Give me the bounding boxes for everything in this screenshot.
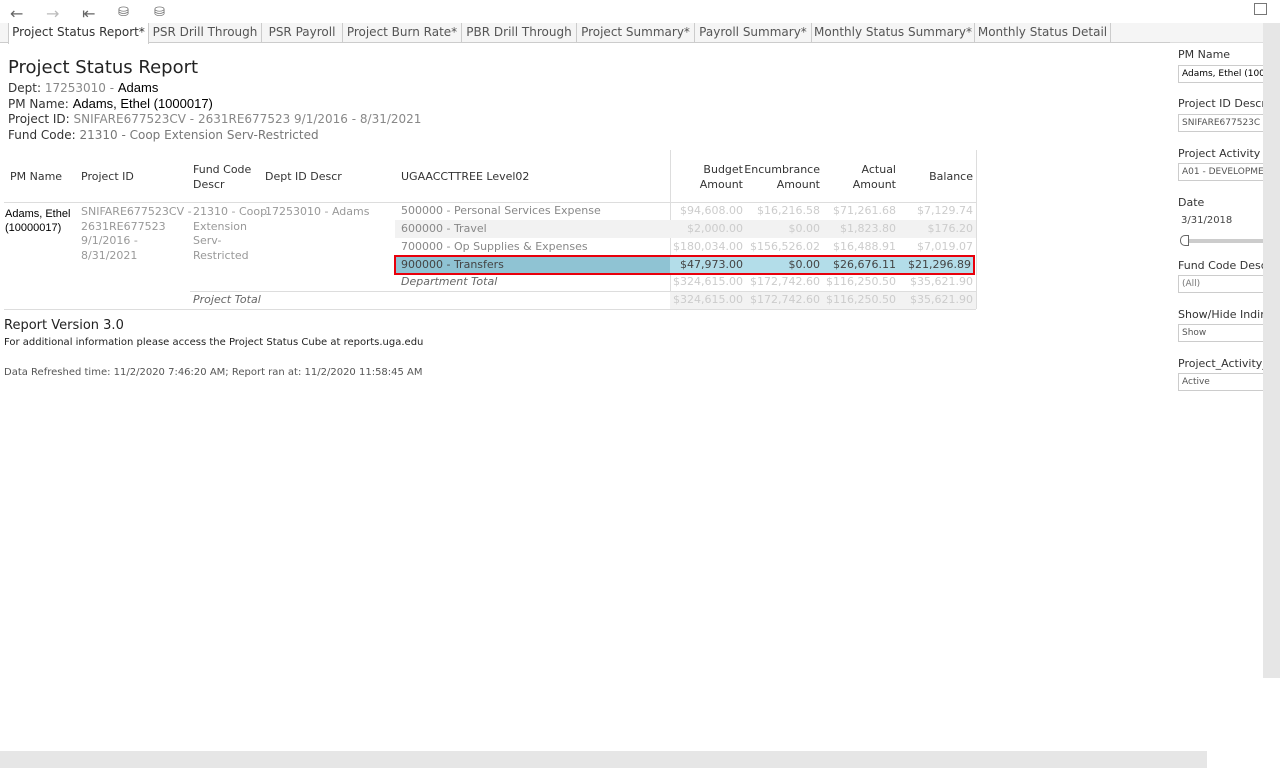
header-pm-name: PM Name bbox=[10, 170, 63, 183]
date-slider-handle[interactable] bbox=[1180, 235, 1189, 246]
cell-text: 9/1/2016 - bbox=[81, 234, 138, 247]
tab-project-status-report[interactable]: Project Status Report* bbox=[8, 23, 149, 44]
pause-updates-icon[interactable]: ⛁ bbox=[154, 5, 165, 20]
cell-text: 8/31/2021 bbox=[81, 248, 138, 262]
date-value: 3/31/2018 bbox=[1181, 215, 1233, 226]
header-project-id: Project ID bbox=[81, 170, 134, 183]
project-activity-status-filter[interactable]: Active bbox=[1178, 373, 1268, 391]
header-text: Descr bbox=[193, 178, 225, 191]
fund-code-filter[interactable]: (All) bbox=[1178, 275, 1268, 293]
pm-name-filter[interactable]: Adams, Ethel (100 bbox=[1178, 65, 1268, 83]
cell-text: (10000017) bbox=[5, 222, 62, 234]
header-dept: Dept ID Descr bbox=[265, 170, 342, 183]
total-label: Department Total bbox=[401, 275, 498, 288]
table-row[interactable]: 700000 - Op Supplies & Expenses $180,034… bbox=[395, 238, 976, 256]
header-fund-code: Fund Code Descr bbox=[193, 162, 251, 192]
tab-psr-payroll[interactable]: PSR Payroll bbox=[262, 23, 343, 43]
dept-line: Dept: 17253010 - Adams bbox=[8, 80, 158, 95]
project-cell: SNIFARE677523CV -2631RE677523 9/1/2016 -8… bbox=[81, 205, 192, 263]
cell-text: Extension bbox=[193, 219, 248, 233]
total-label: Project Total bbox=[193, 293, 261, 306]
cell-text: Restricted bbox=[193, 248, 249, 262]
project-activity-filter[interactable]: A01 - DEVELOPME bbox=[1178, 163, 1268, 181]
pm-line: PM Name: Adams, Ethel (1000017) bbox=[8, 96, 213, 111]
report-version: Report Version 3.0 bbox=[4, 318, 124, 333]
header-level02: UGAACCTTREE Level02 bbox=[401, 170, 530, 183]
filter-label: Project Activity I bbox=[1178, 147, 1268, 160]
balance-value: $35,621.90 bbox=[910, 293, 973, 306]
filter-label: PM Name bbox=[1178, 48, 1231, 61]
header-encumbrance: Encumbrance Amount bbox=[720, 162, 820, 192]
dept-code: 17253010 - bbox=[44, 81, 115, 95]
info-text: For additional information please access… bbox=[4, 337, 424, 348]
fund-line: Fund Code: 21310 - Coop Extension Serv-R… bbox=[8, 128, 319, 142]
filter-label: Show/Hide Indire bbox=[1178, 308, 1272, 321]
filter-label: Date bbox=[1178, 196, 1205, 209]
cell-text: 2631RE677523 bbox=[81, 219, 166, 233]
project-label: Project ID: bbox=[8, 112, 70, 126]
vertical-scrollbar[interactable] bbox=[1263, 23, 1280, 678]
horizontal-scrollbar[interactable] bbox=[0, 751, 1207, 768]
show-hide-indirect-filter[interactable]: Show bbox=[1178, 324, 1268, 342]
table-row[interactable]: 500000 - Personal Services Expense $94,6… bbox=[395, 202, 976, 220]
fund-value: 21310 - Coop Extension Serv-Restricted bbox=[79, 128, 319, 142]
fullscreen-icon[interactable] bbox=[1254, 3, 1267, 15]
divider bbox=[976, 150, 977, 309]
header-text: Encumbrance bbox=[744, 163, 820, 176]
page-title: Project Status Report bbox=[8, 57, 199, 78]
tab-payroll-summary[interactable]: Payroll Summary* bbox=[695, 23, 812, 43]
refresh-text: Data Refreshed time: 11/2/2020 7:46:20 A… bbox=[4, 367, 423, 378]
table-row[interactable]: 600000 - Travel $2,000.00 $0.00 $1,823.8… bbox=[395, 220, 976, 238]
sheet-tabs: Project Status Report* PSR Drill Through… bbox=[0, 23, 1263, 44]
account-label: 500000 - Personal Services Expense bbox=[401, 204, 601, 217]
project-value: SNIFARE677523CV - 2631RE677523 9/1/2016 … bbox=[73, 112, 422, 126]
first-page-icon[interactable]: ⇤ bbox=[82, 4, 95, 23]
pm-value: Adams, Ethel (1000017) bbox=[72, 96, 213, 111]
project-id-filter[interactable]: SNIFARE677523C bbox=[1178, 114, 1268, 132]
pm-label: PM Name: bbox=[8, 97, 69, 111]
tab-psr-drill-through[interactable]: PSR Drill Through bbox=[149, 23, 262, 43]
account-label: 900000 - Transfers bbox=[401, 258, 504, 271]
filter-label: Project_Activity_ bbox=[1178, 357, 1268, 370]
balance-value: $176.20 bbox=[927, 222, 974, 235]
tab-pbr-drill-through[interactable]: PBR Drill Through bbox=[462, 23, 577, 43]
project-line: Project ID: SNIFARE677523CV - 2631RE6775… bbox=[8, 112, 421, 126]
cell-text: 21310 - Coop bbox=[193, 205, 268, 218]
table-row-project-total[interactable]: Project Total $324,615.00 $172,742.60 $1… bbox=[193, 291, 976, 309]
forward-icon[interactable]: → bbox=[46, 4, 59, 23]
dept-cell: 17253010 - Adams bbox=[265, 205, 370, 218]
date-slider-track[interactable] bbox=[1184, 239, 1269, 243]
dept-label: Dept: bbox=[8, 81, 41, 95]
fund-label: Fund Code: bbox=[8, 128, 76, 142]
pm-cell: Adams, Ethel (10000017) bbox=[5, 207, 70, 235]
fund-cell: 21310 - Coop Extension Serv- Restricted bbox=[193, 205, 267, 263]
table-row-selected[interactable]: 900000 - Transfers $47,973.00 $0.00 $26,… bbox=[394, 255, 975, 275]
back-icon[interactable]: ← bbox=[10, 4, 23, 23]
cell-text: Serv- bbox=[193, 234, 222, 247]
tab-project-summary[interactable]: Project Summary* bbox=[577, 23, 695, 43]
filter-label: Project ID Descr bbox=[1178, 97, 1266, 110]
dept-name: Adams bbox=[117, 80, 159, 95]
table-row-dept-total[interactable]: Department Total $324,615.00 $172,742.60… bbox=[395, 273, 976, 291]
account-label: 600000 - Travel bbox=[401, 222, 487, 235]
header-text: Fund Code bbox=[193, 163, 252, 176]
balance-value: $21,296.89 bbox=[908, 258, 971, 271]
header-text: Amount bbox=[776, 178, 820, 191]
tab-monthly-status-detail[interactable]: Monthly Status Detail bbox=[975, 23, 1111, 43]
balance-value: $35,621.90 bbox=[910, 275, 973, 288]
divider bbox=[4, 309, 976, 310]
refresh-data-icon[interactable]: ⛁ bbox=[118, 5, 129, 20]
filter-label: Fund Code Descr bbox=[1178, 259, 1272, 272]
balance-value: $7,129.74 bbox=[917, 204, 973, 217]
cell-text: SNIFARE677523CV - bbox=[81, 205, 192, 218]
cell-text: Adams, Ethel bbox=[5, 208, 71, 220]
account-label: 700000 - Op Supplies & Expenses bbox=[401, 240, 588, 253]
tab-monthly-status-summary[interactable]: Monthly Status Summary* bbox=[812, 23, 975, 43]
header-balance: Balance bbox=[929, 170, 973, 183]
balance-value: $7,019.07 bbox=[917, 240, 973, 253]
tab-project-burn-rate[interactable]: Project Burn Rate* bbox=[343, 23, 462, 43]
